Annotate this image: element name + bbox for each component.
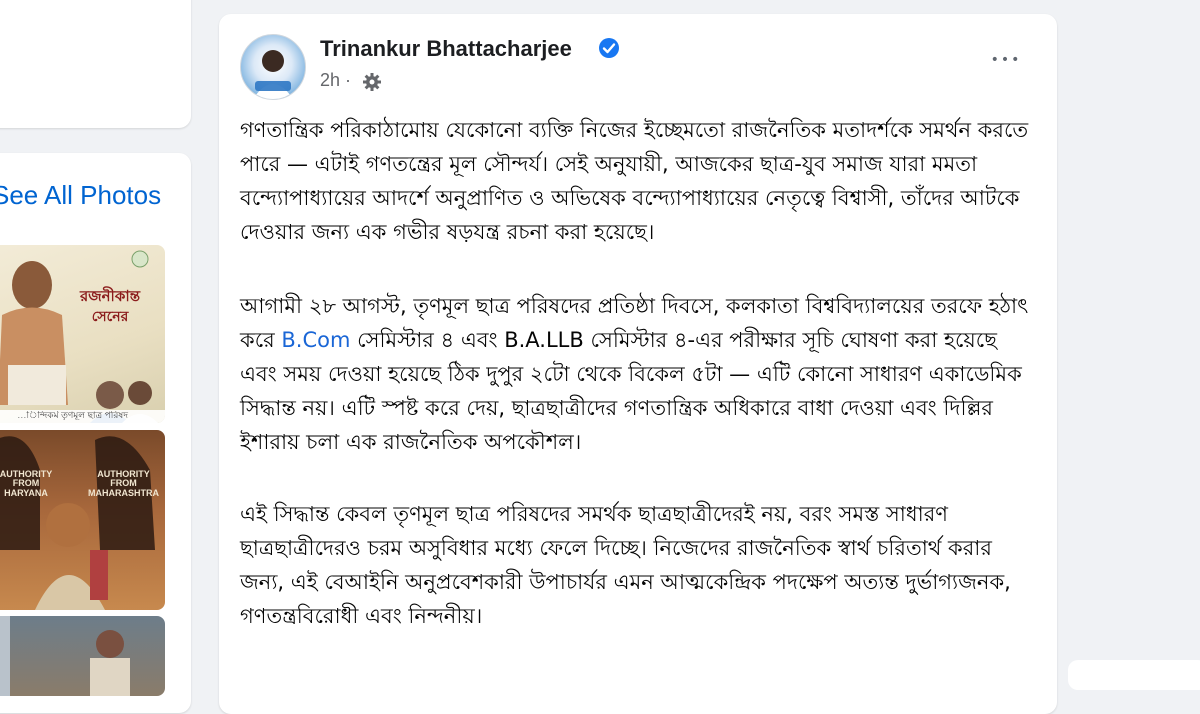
left-info-card xyxy=(0,0,191,128)
post-paragraph-1: গণতান্ত্রিক পরিকাঠামোয় যেকোনো ব্যক্তি ন… xyxy=(240,118,1029,244)
post-timestamp[interactable]: 2h xyxy=(320,70,340,90)
photo-1-subtitle: সেনের xyxy=(91,308,129,324)
post-author-name[interactable]: Trinankur Bhattacharjee xyxy=(320,36,572,62)
verified-badge-icon xyxy=(599,38,619,58)
photo-2-sign-right: AUTHORITY FROM MAHARASHTRA xyxy=(88,469,159,498)
photo-thumbnail[interactable]: AUTHORITY FROM HARYANA AUTHORITY FROM MA… xyxy=(0,430,165,610)
author-avatar[interactable] xyxy=(240,34,306,100)
more-options-button[interactable]: ••• xyxy=(986,50,1026,78)
photo-2-sign-left: AUTHORITY FROM HARYANA xyxy=(0,469,53,498)
avatar-image xyxy=(253,50,293,99)
photo-1-footer: …িন্দিকর্ম তৃণমূল ছাত্র পরিষদ xyxy=(17,411,128,420)
photo-1-title: রজনীকান্ত xyxy=(79,288,141,305)
see-all-photos-link[interactable]: See All Photos xyxy=(0,180,161,211)
gear-icon[interactable] xyxy=(362,72,382,92)
hashtag-link-bcom[interactable]: B.Com xyxy=(281,328,350,352)
photo-3-art xyxy=(0,616,130,696)
post-paragraph-3: এই সিদ্ধান্ত কেবল তৃণমূল ছাত্র পরিষদের স… xyxy=(240,502,1011,628)
more-options-icon: ••• xyxy=(990,52,1022,68)
paragraph-2-text-end: সেমিস্টার ৪ এবং B.A.LLB সেমিস্টার ৪-এর প… xyxy=(240,328,1022,454)
photo-thumbnail[interactable]: রজনীকান্ত সেনের …িন্দিকর্ম তৃণমূল ছাত্র … xyxy=(0,245,165,423)
photo-thumbnail[interactable] xyxy=(0,616,165,696)
photo-2-art xyxy=(0,436,155,610)
post-paragraph-2: আগামী ২৮ আগস্ট, তৃণমূল ছাত্র পরিষদের প্র… xyxy=(240,289,1040,459)
photo-1-art xyxy=(0,250,165,423)
right-side-card-edge xyxy=(1068,660,1200,690)
post-meta: 2h · xyxy=(320,70,351,91)
meta-separator: · xyxy=(345,70,352,90)
